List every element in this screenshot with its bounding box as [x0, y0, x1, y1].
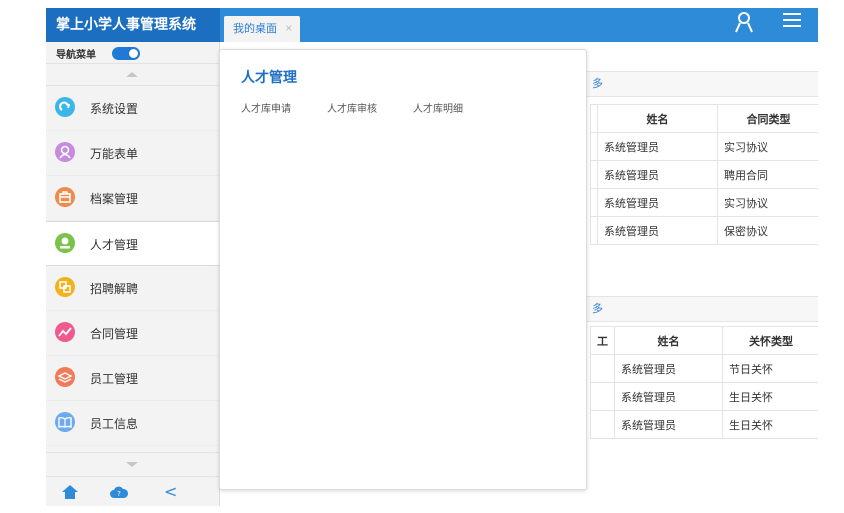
- hamburger-menu-icon[interactable]: [783, 13, 801, 31]
- sidebar-item-label: 员工管理: [90, 372, 139, 386]
- table-cell: 聘用合同: [717, 160, 818, 189]
- sidebar: 导航菜单 系统设置 万能表单 档案管理 人才管理 招聘解聘 合同管理 员工管理 …: [46, 42, 220, 506]
- table-cell: 系统管理员: [597, 188, 718, 217]
- table-cell: 生日关怀: [722, 382, 818, 411]
- app-window: 掌上小学人事管理系统 我的桌面 × 导航菜单 系统设置 万能表单 档案管理 人才…: [46, 8, 818, 506]
- sidebar-item-label: 人才管理: [90, 238, 139, 252]
- briefcase-icon: [55, 187, 75, 207]
- scroll-down-arrow-icon[interactable]: [46, 452, 219, 476]
- table-header-cell: 合同类型: [717, 104, 818, 133]
- layers-icon: [55, 367, 75, 387]
- sidebar-item-label: 档案管理: [90, 192, 139, 206]
- settings-icon: [55, 97, 75, 117]
- table-header-cell: 关怀类型: [722, 326, 818, 355]
- table-row[interactable]: 系统管理员 实习协议: [590, 188, 818, 217]
- book-icon: [55, 412, 75, 432]
- sidebar-bottom-bar: ? <: [46, 476, 219, 506]
- table-cell: 实习协议: [717, 188, 818, 217]
- panel1-more-link[interactable]: 多: [592, 77, 603, 90]
- table-row[interactable]: 系统管理员 保密协议: [590, 216, 818, 245]
- cloud-help-icon[interactable]: ?: [109, 485, 129, 502]
- user-icon: [55, 142, 75, 162]
- sidebar-item-employee-info[interactable]: 员工信息: [46, 401, 219, 446]
- nav-toggle-label: 导航菜单: [56, 50, 96, 61]
- table-row[interactable]: 系统管理员 节日关怀: [590, 354, 818, 383]
- table-cell: 保密协议: [717, 216, 818, 245]
- table-cell: 系统管理员: [614, 410, 723, 439]
- tab-close-icon[interactable]: ×: [285, 16, 293, 42]
- table-cell: 节日关怀: [722, 354, 818, 383]
- table-row[interactable]: 系统管理员 生日关怀: [590, 410, 818, 439]
- sidebar-item-universal-forms[interactable]: 万能表单: [46, 131, 219, 176]
- top-bar: 掌上小学人事管理系统 我的桌面 ×: [46, 8, 818, 42]
- sidebar-item-label: 员工信息: [90, 417, 139, 431]
- home-icon[interactable]: [61, 484, 79, 503]
- svg-text:?: ?: [117, 490, 121, 498]
- nav-toggle-row: 导航菜单: [46, 42, 219, 64]
- chart-icon: [55, 322, 75, 342]
- table-header-cell: 姓名: [614, 326, 723, 355]
- care-table: 工 姓名 关怀类型 系统管理员 节日关怀 系统管理员 生日关怀 系统管理员 生日关怀: [590, 326, 818, 439]
- collapse-sidebar-icon[interactable]: <: [164, 482, 177, 501]
- submenu-talent-apply[interactable]: 人才库申请: [241, 100, 291, 115]
- sidebar-item-label: 万能表单: [90, 147, 139, 161]
- talent-icon: [55, 233, 75, 253]
- sidebar-item-archives[interactable]: 档案管理: [46, 176, 219, 221]
- sidebar-item-label: 招聘解聘: [90, 282, 139, 296]
- user-icon[interactable]: [734, 11, 754, 35]
- table-header-cell: 工: [590, 326, 615, 355]
- table-row[interactable]: 系统管理员 实习协议: [590, 132, 818, 161]
- tab-my-desktop[interactable]: 我的桌面 ×: [224, 16, 300, 42]
- table-cell: 系统管理员: [597, 160, 718, 189]
- tab-label: 我的桌面: [233, 22, 277, 35]
- talent-submenu-popup: 人才管理 人才库申请 人才库审核 人才库明细: [219, 49, 587, 490]
- panel2-more-link[interactable]: 多: [592, 302, 603, 315]
- submenu-talent-review[interactable]: 人才库审核: [327, 100, 377, 115]
- app-title: 掌上小学人事管理系统: [46, 8, 220, 42]
- sidebar-item-label: 系统设置: [90, 102, 139, 116]
- contract-table: 姓名 合同类型 系统管理员 实习协议 系统管理员 聘用合同 系统管理员 实习协议 系统…: [590, 104, 818, 245]
- popup-title: 人才管理: [241, 70, 297, 86]
- sidebar-item-recruitment[interactable]: 招聘解聘: [46, 266, 219, 311]
- sidebar-item-contracts[interactable]: 合同管理: [46, 311, 219, 356]
- table-cell: 系统管理员: [614, 382, 723, 411]
- table-row[interactable]: 系统管理员 生日关怀: [590, 382, 818, 411]
- nav-toggle-switch[interactable]: [112, 47, 140, 60]
- sidebar-item-employees[interactable]: 员工管理: [46, 356, 219, 401]
- table-header-cell: [590, 104, 598, 133]
- table-cell: 系统管理员: [597, 216, 718, 245]
- sidebar-item-talent-management[interactable]: 人才管理: [46, 221, 220, 266]
- table-cell: 生日关怀: [722, 410, 818, 439]
- sidebar-item-label: 合同管理: [90, 327, 139, 341]
- table-header-cell: 姓名: [597, 104, 718, 133]
- table-cell: 系统管理员: [597, 132, 718, 161]
- submenu-talent-detail[interactable]: 人才库明细: [413, 100, 463, 115]
- scroll-up-arrow-icon[interactable]: [46, 64, 219, 86]
- table-cell: 实习协议: [717, 132, 818, 161]
- table-row[interactable]: 系统管理员 聘用合同: [590, 160, 818, 189]
- recruit-icon: [55, 277, 75, 297]
- sidebar-item-system-settings[interactable]: 系统设置: [46, 86, 219, 131]
- table-cell: 系统管理员: [614, 354, 723, 383]
